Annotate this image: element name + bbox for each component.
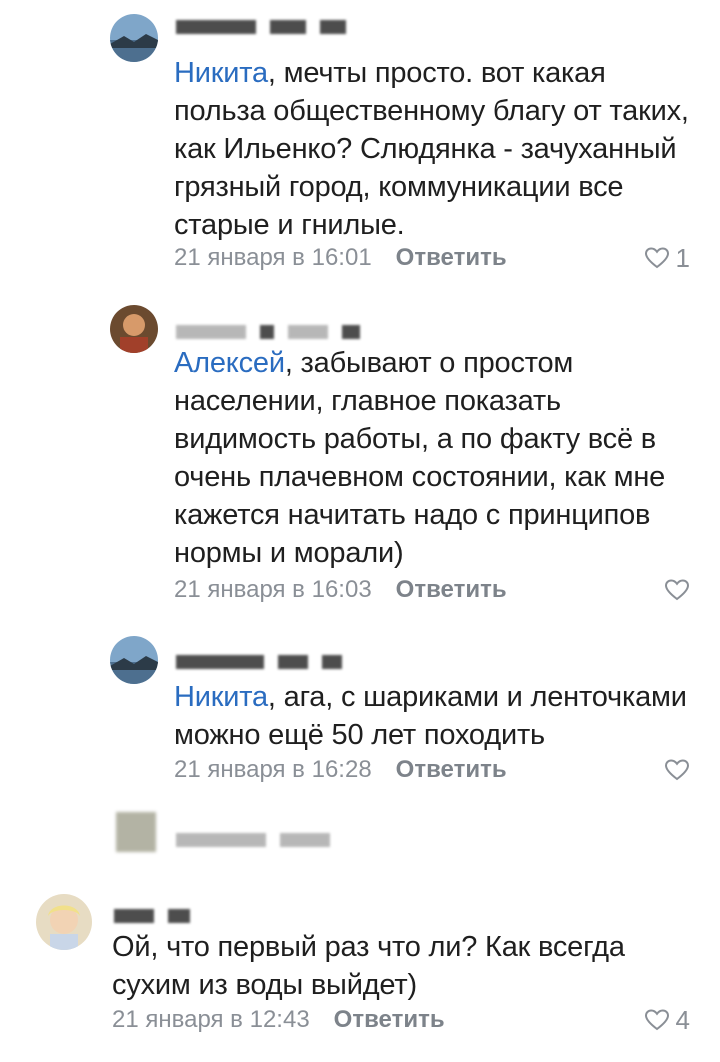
author-name-redacted[interactable] bbox=[176, 830, 330, 850]
avatar[interactable] bbox=[110, 305, 158, 353]
comment-text: Алексей, забывают о простом населении, г… bbox=[174, 344, 694, 572]
avatar[interactable] bbox=[110, 14, 158, 62]
heart-outline-icon bbox=[644, 246, 670, 270]
comment-meta: 21 января в 12:43 Ответить bbox=[112, 1004, 445, 1036]
reply-button[interactable]: Ответить bbox=[396, 576, 507, 604]
mention-link[interactable]: Алексей bbox=[174, 347, 285, 379]
comment-date: 21 января в 16:01 bbox=[174, 244, 372, 271]
comment-meta: 21 января в 16:28 Ответить bbox=[174, 754, 507, 786]
comment-body: , забывают о простом населении, главное … bbox=[174, 347, 666, 569]
heart-outline-icon bbox=[664, 578, 690, 602]
avatar[interactable] bbox=[110, 636, 158, 684]
reply-button[interactable]: Ответить bbox=[334, 1006, 445, 1034]
like-button[interactable] bbox=[664, 574, 690, 606]
author-name-redacted[interactable] bbox=[114, 906, 190, 926]
mention-link[interactable]: Никита bbox=[174, 57, 268, 89]
like-button[interactable] bbox=[664, 754, 690, 786]
like-button[interactable]: 4 bbox=[644, 1004, 690, 1036]
heart-outline-icon bbox=[644, 1008, 670, 1032]
avatar[interactable] bbox=[36, 894, 92, 950]
author-name-redacted[interactable] bbox=[176, 322, 360, 342]
comment-body: Ой, что первый раз что ли? Как всегда су… bbox=[112, 931, 625, 1001]
comment-date: 21 января в 16:03 bbox=[174, 576, 372, 603]
like-count: 4 bbox=[675, 1004, 690, 1035]
like-count: 1 bbox=[675, 242, 690, 273]
mention-link[interactable]: Никита bbox=[174, 681, 268, 713]
comment-date: 21 января в 16:28 bbox=[174, 756, 372, 783]
comment-date: 21 января в 12:43 bbox=[112, 1006, 310, 1033]
author-name-redacted[interactable] bbox=[176, 17, 346, 37]
author-name-redacted[interactable] bbox=[176, 652, 342, 672]
comments-thread: Никита, мечты просто. вот какая польза о… bbox=[0, 0, 720, 1062]
avatar[interactable] bbox=[116, 812, 156, 852]
comment-text: Никита, мечты просто. вот какая польза о… bbox=[174, 54, 694, 244]
comment-text: Ой, что первый раз что ли? Как всегда су… bbox=[112, 928, 692, 1004]
comment-meta: 21 января в 16:03 Ответить bbox=[174, 574, 507, 606]
like-button[interactable]: 1 bbox=[644, 242, 690, 274]
comment-text: Никита, ага, с шариками и ленточками мож… bbox=[174, 678, 694, 754]
reply-button[interactable]: Ответить bbox=[396, 756, 507, 784]
comment-meta: 21 января в 16:01 Ответить bbox=[174, 242, 507, 274]
heart-outline-icon bbox=[664, 758, 690, 782]
reply-button[interactable]: Ответить bbox=[396, 244, 507, 272]
